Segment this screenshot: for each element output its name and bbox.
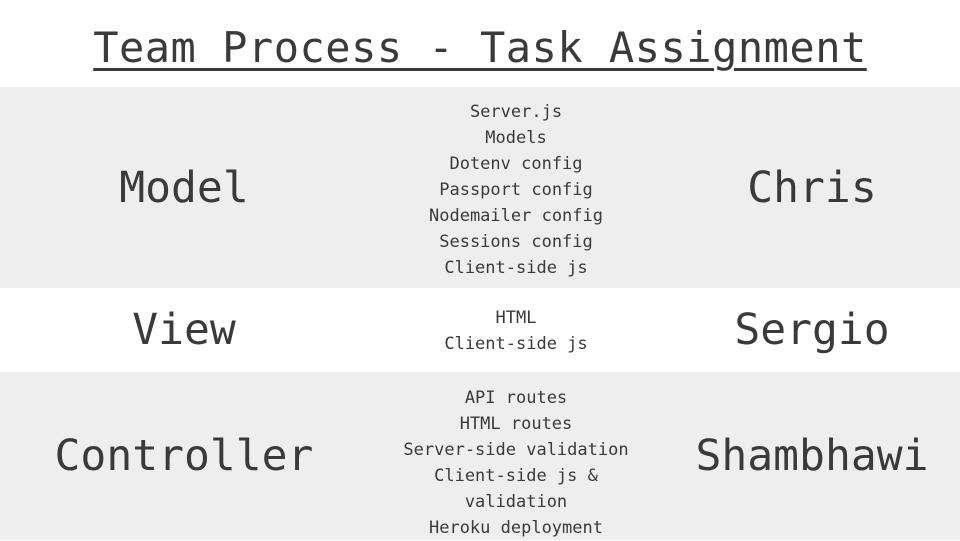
task-item: Client-side js xyxy=(444,257,588,278)
owner-name: Sergio xyxy=(734,305,890,355)
owner-name: Shambhawi xyxy=(695,431,929,481)
assignment-row-controller: Controller API routes HTML routes Server… xyxy=(0,372,960,540)
slide-title: Team Process - Task Assignment xyxy=(93,23,867,72)
task-list: API routes HTML routes Server-side valid… xyxy=(403,385,628,541)
task-item: Heroku deployment xyxy=(428,518,603,538)
task-list: Server.js Models Dotenv config Passport … xyxy=(429,99,603,281)
task-item: Server.js xyxy=(469,101,563,122)
layer-label: Model xyxy=(119,162,249,213)
task-item: Client-side js & xyxy=(434,466,598,486)
task-cell: HTML Client-side js xyxy=(376,288,656,372)
layer-label: View xyxy=(132,305,236,355)
task-item: Server-side validation xyxy=(403,440,629,460)
task-item: API routes xyxy=(464,388,568,408)
slide: Team Process - Task Assignment Model Ser… xyxy=(0,0,960,540)
task-cell: Server.js Models Dotenv config Passport … xyxy=(376,87,656,288)
layer-label: Controller xyxy=(54,431,314,481)
task-item: Client-side js xyxy=(444,334,588,354)
task-item: validation xyxy=(464,492,568,512)
task-item: Models xyxy=(485,127,547,148)
task-item: Sessions config xyxy=(439,231,593,252)
task-item: HTML routes xyxy=(459,414,573,434)
task-item: HTML xyxy=(495,308,537,328)
assignment-row-view: View HTML Client-side js Sergio xyxy=(0,288,960,372)
owner-name: Chris xyxy=(747,162,877,213)
task-item: Dotenv config xyxy=(449,153,583,174)
task-cell: API routes HTML routes Server-side valid… xyxy=(376,372,656,540)
task-item: Passport config xyxy=(439,179,593,200)
task-item: Nodemailer config xyxy=(429,205,603,226)
task-list: HTML Client-side js xyxy=(444,305,587,357)
assignment-row-model: Model Server.js Models Dotenv config Pas… xyxy=(0,87,960,288)
